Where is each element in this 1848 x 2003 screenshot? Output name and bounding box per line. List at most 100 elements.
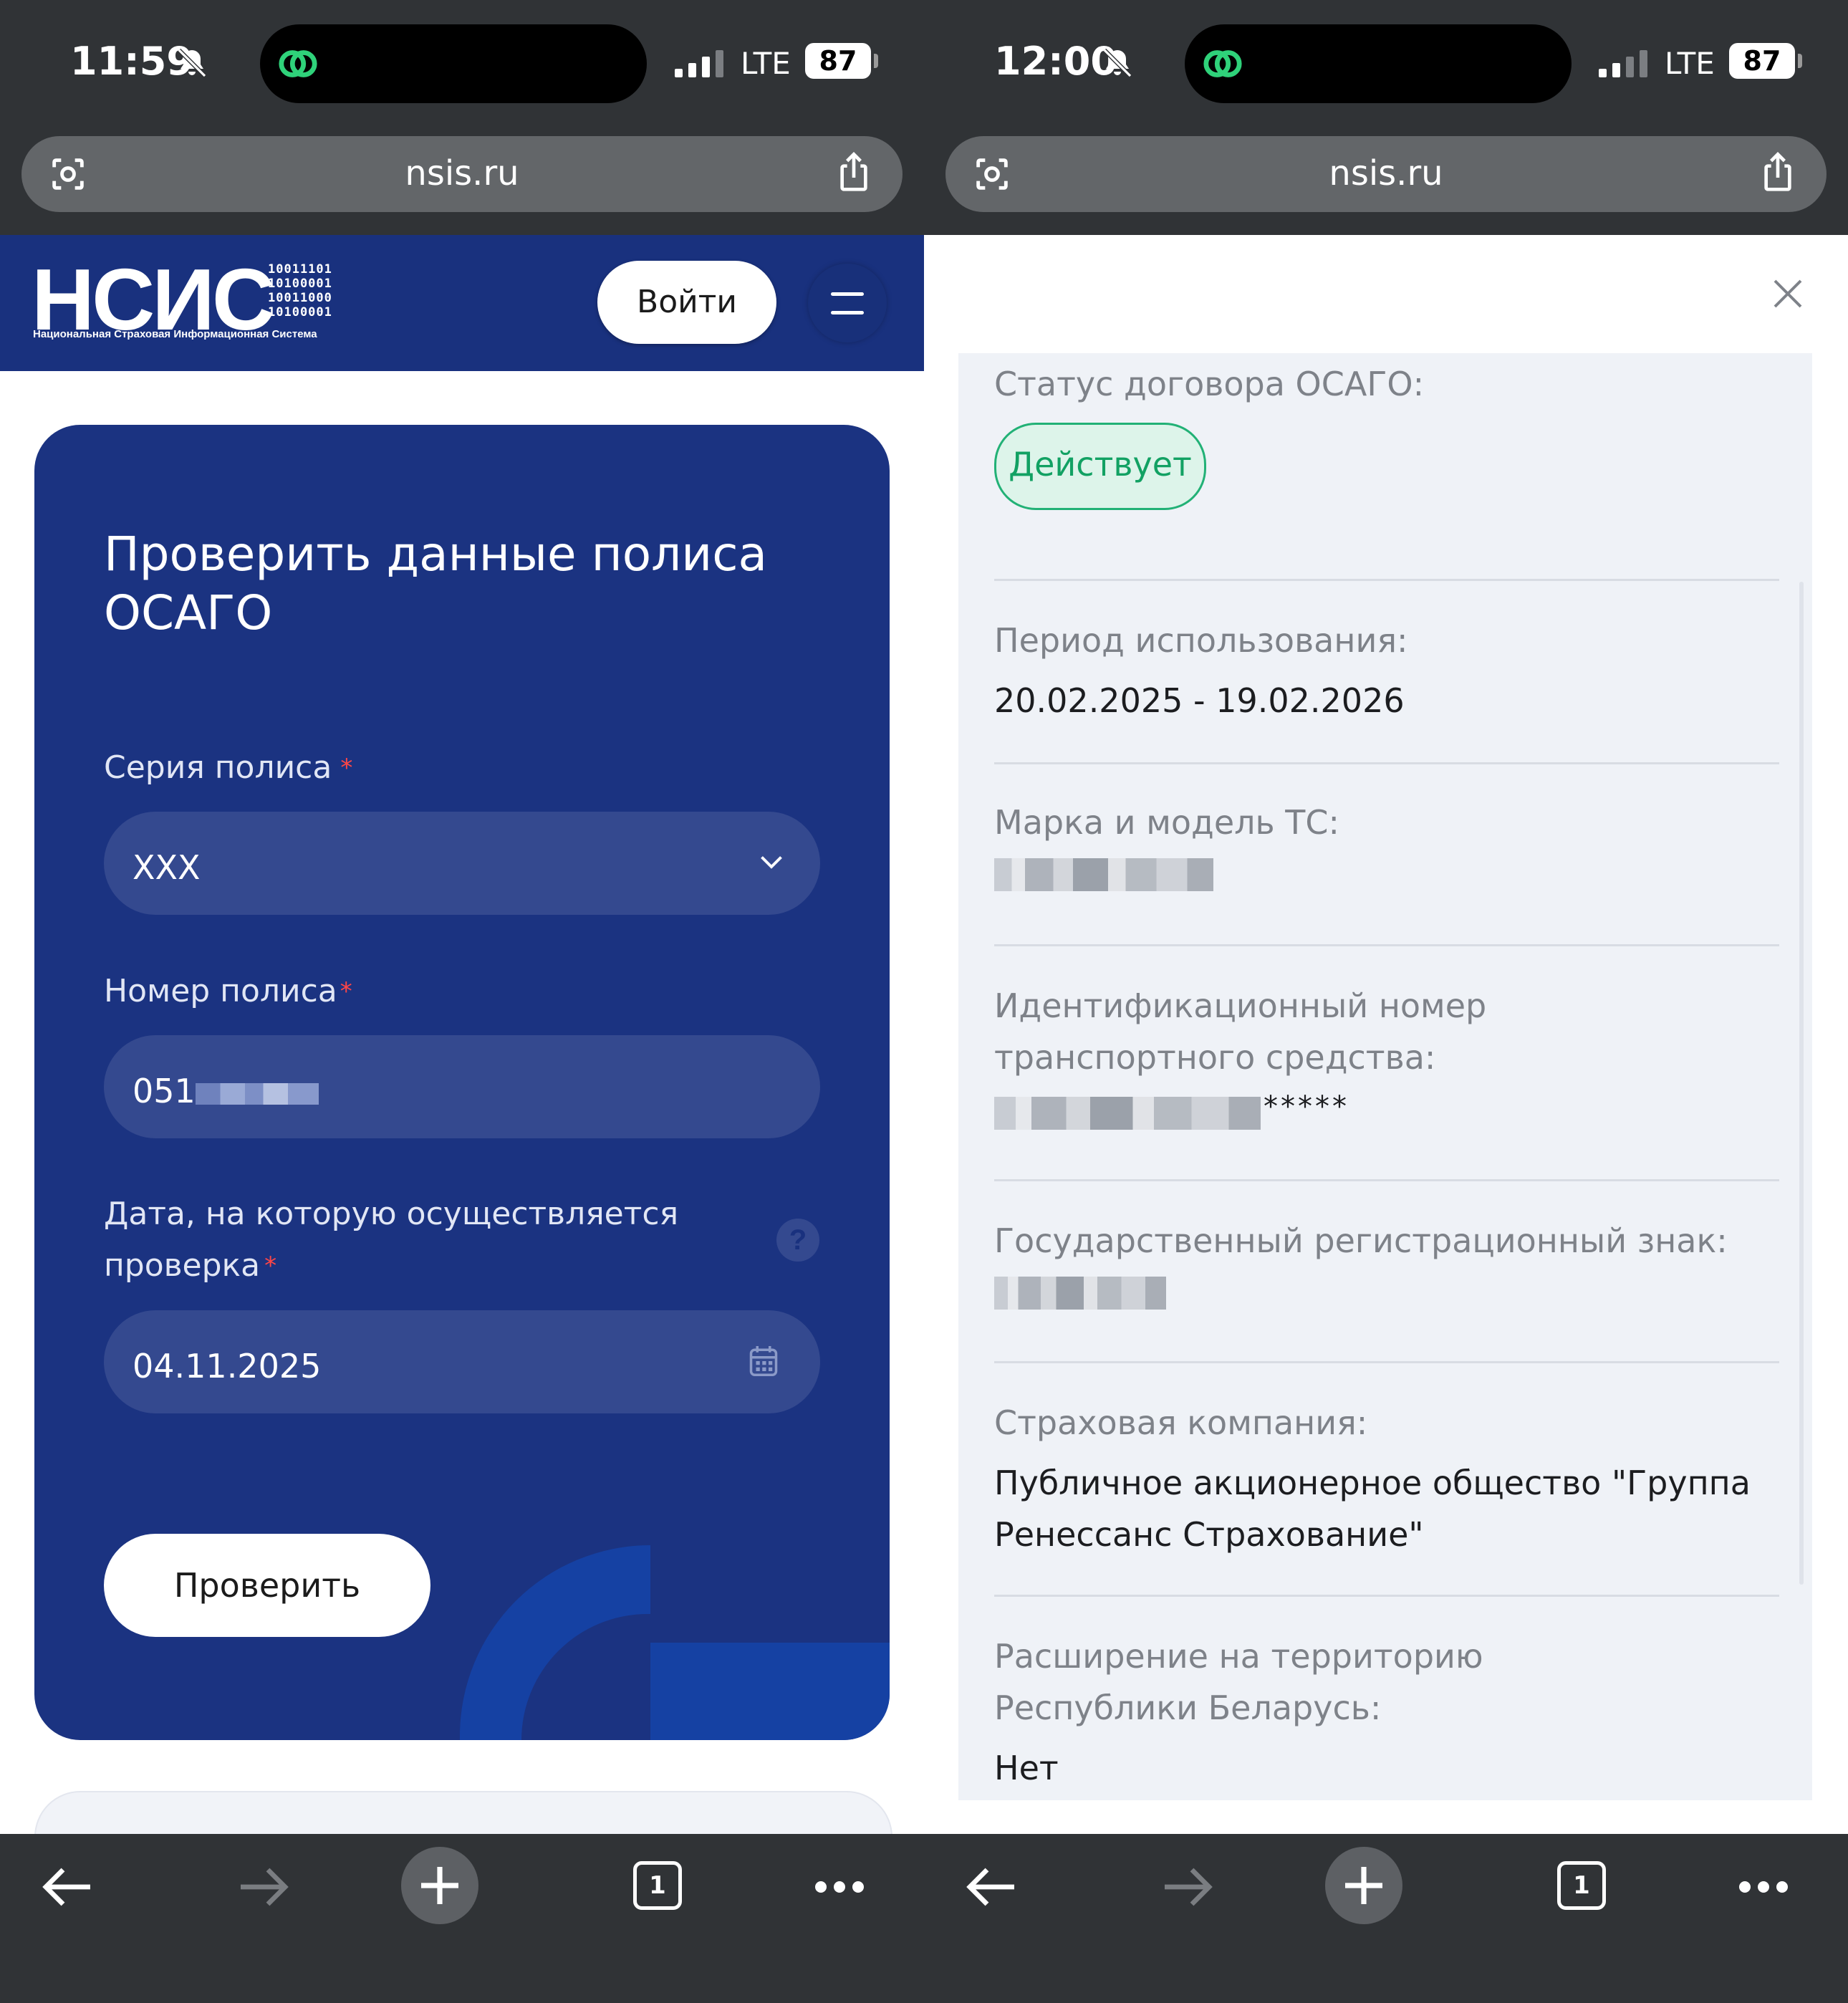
period-section: Период использования: 20.02.2025 - 19.02… [994,615,1782,726]
model-section: Марка и модель ТС: [994,797,1782,891]
island-app-icon [279,50,317,77]
site-header: НСИС 10011101 10100001 10011000 10100001… [0,235,924,371]
status-bar: 12:00 LTE 87 [924,0,1848,129]
logo-binary-line: 10100001 [268,305,332,320]
network-type: LTE [741,46,791,81]
bell-off-icon [177,48,207,78]
dynamic-island [1185,24,1572,103]
status-badge: Действует [994,423,1206,510]
menu-bar-icon [831,292,864,296]
logo-binary-line: 10011101 [268,262,332,277]
date-label: Дата, на которую осуществляется проверка… [104,1188,720,1292]
logo-binary-line: 10011000 [268,291,332,305]
back-icon[interactable] [42,1865,93,1908]
policy-check-form: Проверить данные полиса ОСАГО Серия поли… [34,425,890,1740]
policy-number-input[interactable]: 051 [104,1035,820,1138]
number-label: Номер полиса * [104,966,352,1017]
signal-icon [1599,50,1647,77]
more-icon[interactable] [814,1880,865,1894]
new-tab-button[interactable] [1325,1847,1402,1924]
check-date-input[interactable]: 04.11.2025 [104,1310,820,1413]
dynamic-island [260,24,647,103]
address-bar[interactable]: nsis.ru [21,136,903,212]
date-label-text: Дата, на которую осуществляется проверка [104,1196,679,1284]
address-bar[interactable]: nsis.ru [945,136,1827,212]
plate-label: Государственный регистрационный знак: [994,1221,1728,1260]
browser-toolbar: 1 [0,1834,924,2003]
url-text[interactable]: nsis.ru [945,153,1827,193]
plate-section: Государственный регистрационный знак: [994,1215,1782,1310]
required-mark: * [340,977,352,1006]
status-label: Статус договора ОСАГО: [994,365,1425,403]
calendar-icon[interactable] [749,1345,779,1378]
more-icon[interactable] [1738,1880,1789,1894]
required-mark: * [340,754,353,782]
check-button[interactable]: Проверить [104,1534,430,1637]
battery-tip [1798,54,1802,68]
insurer-label: Страховая компания: [994,1403,1368,1442]
series-select[interactable]: XXX [104,812,820,915]
tabs-icon[interactable]: 1 [633,1861,682,1910]
share-icon[interactable] [834,150,874,195]
vin-label: Идентификационный номер транспортного ср… [994,986,1487,1077]
chevron-down-icon[interactable] [759,852,784,873]
modal-header [924,235,1848,353]
redacted-number [195,1082,319,1105]
series-label: Серия полиса * [104,742,352,794]
decor-shape [650,1643,890,1740]
belarus-label: Расширение на территорию Республики Бела… [994,1637,1483,1727]
insurer-section: Страховая компания: Публичное акционерно… [994,1397,1782,1560]
insurer-value: Публичное акционерное общество "Группа Р… [994,1464,1751,1554]
phone-left: 11:59 LTE 87 nsis.ru НСИС 10011101 10100… [0,0,924,2003]
help-icon[interactable]: ? [776,1219,819,1262]
required-mark: * [264,1252,277,1280]
signal-icon [675,50,723,77]
network-type: LTE [1665,46,1715,81]
forward-icon[interactable] [1162,1865,1213,1908]
vin-section: Идентификационный номер транспортного ср… [994,980,1539,1130]
close-icon[interactable] [1771,277,1805,311]
period-value: 20.02.2025 - 19.02.2026 [994,681,1405,720]
divider [994,1179,1779,1181]
divider [994,762,1779,764]
status-time: 12:00 [994,39,1117,84]
divider [994,1595,1779,1597]
browser-toolbar: 1 [924,1834,1848,2003]
login-button[interactable]: Войти [597,261,776,344]
new-tab-button[interactable] [401,1847,478,1924]
belarus-value: Нет [994,1749,1059,1787]
island-app-icon [1203,50,1242,77]
divider [994,944,1779,946]
status-section: Статус договора ОСАГО: [994,358,1782,410]
url-text[interactable]: nsis.ru [21,153,903,193]
series-value: XXX [133,848,201,887]
logo-subtitle: Национальная Страховая Информационная Си… [33,328,317,340]
number-label-text: Номер полиса [104,973,337,1009]
forward-icon[interactable] [238,1865,289,1908]
tabs-icon[interactable]: 1 [1557,1861,1606,1910]
policy-number-value: 051 [133,1065,319,1117]
belarus-section: Расширение на территорию Республики Бела… [994,1630,1510,1794]
battery-tip [874,54,878,68]
vin-mask: ***** [1264,1090,1349,1123]
scrollbar[interactable] [1799,582,1804,1585]
plus-icon [1345,1867,1382,1904]
back-icon[interactable] [966,1865,1017,1908]
bell-off-icon [1102,48,1132,78]
policy-number-digits: 051 [133,1072,196,1110]
model-label: Марка и модель ТС: [994,803,1339,842]
divider [994,1361,1779,1363]
logo-binary-line: 10100001 [268,277,332,291]
period-label: Период использования: [994,621,1408,660]
check-date-value: 04.11.2025 [133,1347,322,1385]
hamburger-menu-button[interactable] [808,264,887,342]
share-icon[interactable] [1758,150,1798,195]
divider [994,579,1779,581]
status-bar: 11:59 LTE 87 [0,0,924,129]
form-title: Проверить данные полиса ОСАГО [104,527,767,640]
vin-value: ***** [994,1090,1539,1130]
battery-level: 87 [805,43,871,79]
plus-icon [421,1867,458,1904]
battery-level: 87 [1729,43,1795,79]
menu-bar-icon [831,311,864,314]
